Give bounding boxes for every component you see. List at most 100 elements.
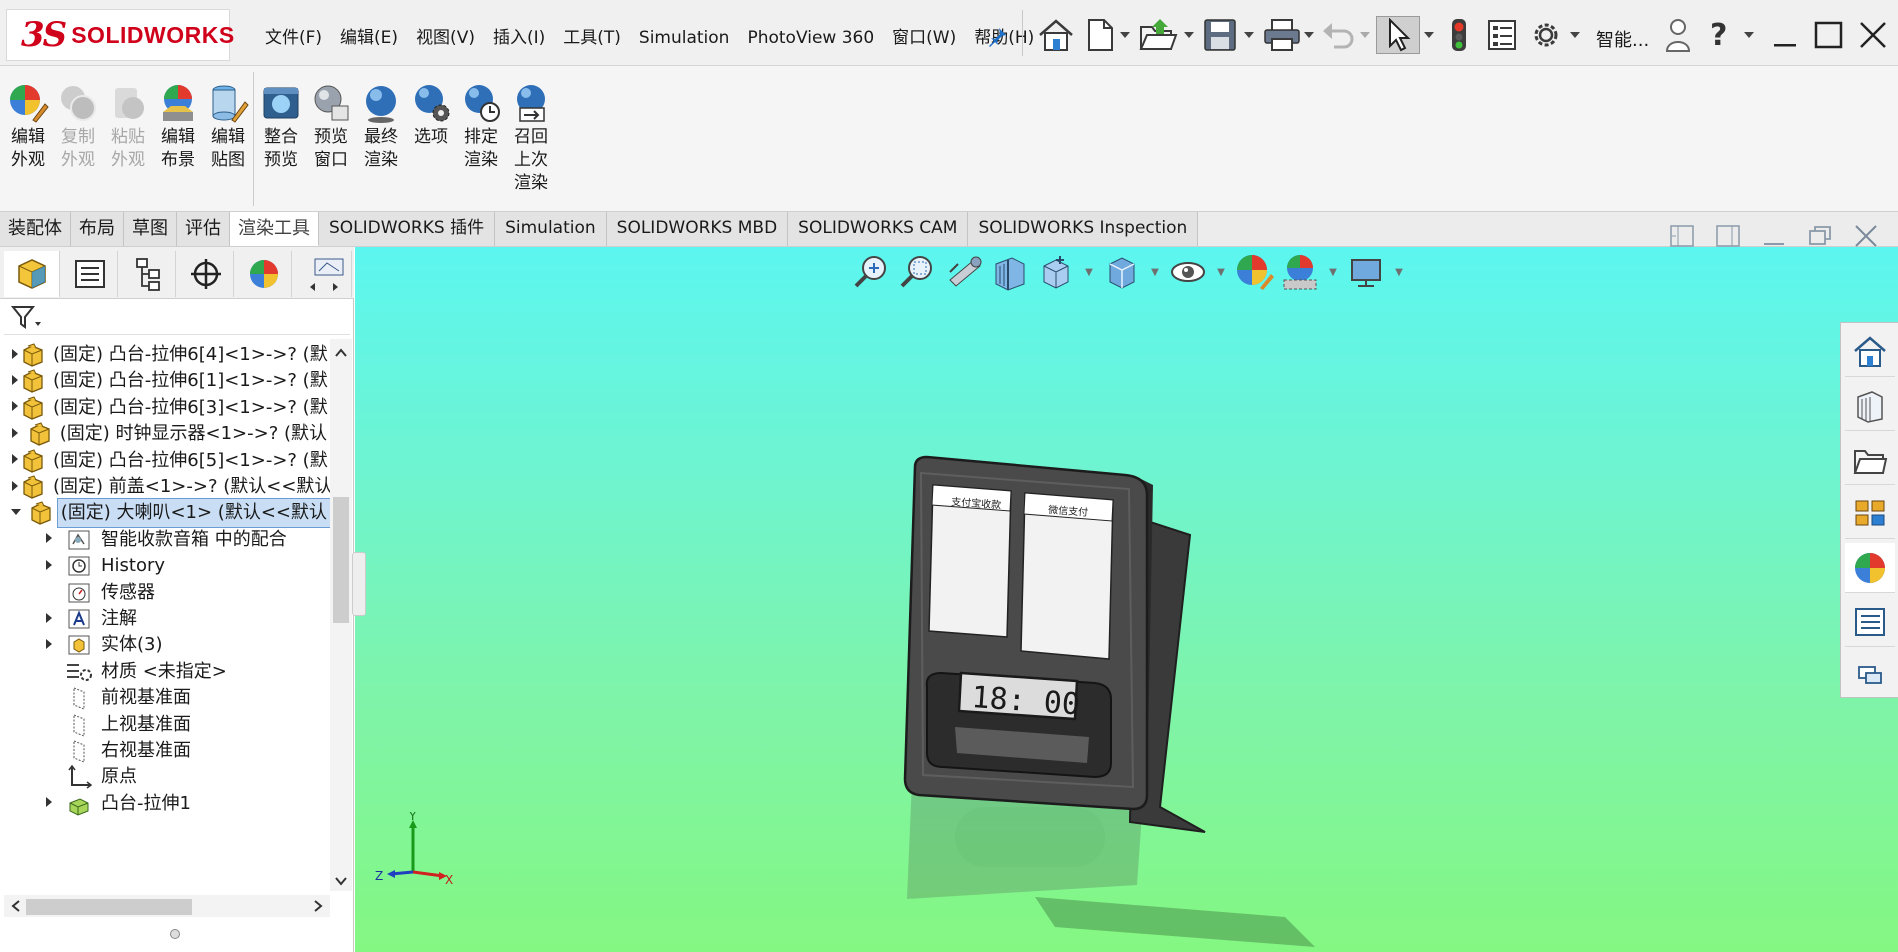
expand-arrow-icon[interactable] [10,374,20,389]
scroll-down-icon[interactable] [330,871,352,891]
graphics-area[interactable]: 支付宝收款 微信支付 18: 00 Y X Z [355,247,1898,952]
tab-sketch[interactable]: 草图 [124,212,177,246]
zoom-to-area-icon[interactable] [898,252,938,292]
view-orientation-caret-icon[interactable]: ▼ [1082,252,1096,292]
solidworks-logo[interactable]: 3S SOLIDWORKS [6,9,234,61]
edit-scene-button[interactable]: 编辑布景 [153,82,203,172]
smart-search-label[interactable]: 智能... [1596,26,1649,52]
traffic-light-icon[interactable] [1448,16,1470,54]
expand-arrow-icon[interactable] [42,796,56,811]
zoom-to-fit-icon[interactable] [852,252,892,292]
save-dropdown-caret-icon[interactable] [1242,16,1256,54]
view-palette-icon[interactable] [1845,489,1895,539]
display-style-caret-icon[interactable]: ▼ [1148,252,1162,292]
display-style-icon[interactable] [1102,252,1142,292]
options-gear-icon[interactable] [1528,16,1564,54]
menu-insert[interactable]: 插入(I) [484,24,554,52]
tab-render-tools[interactable]: 渲染工具 [230,212,319,246]
tab-layout[interactable]: 布局 [71,212,124,246]
custom-properties-icon[interactable] [1845,597,1895,647]
tab-solidworks-cam[interactable]: SOLIDWORKS CAM [788,212,969,246]
hide-show-caret-icon[interactable]: ▼ [1214,252,1228,292]
integrated-preview-button[interactable]: 整合预览 [256,82,306,172]
display-manager-tab-icon[interactable] [236,251,292,297]
previous-view-icon[interactable] [944,252,984,292]
expand-arrow-icon[interactable] [42,559,56,574]
new-document-icon[interactable] [1084,16,1116,54]
scroll-left-icon[interactable] [6,895,26,917]
menu-tools[interactable]: 工具(T) [554,24,630,52]
horizontal-scroll-thumb[interactable] [26,899,192,915]
expand-arrow-icon[interactable] [10,480,20,495]
section-view-icon[interactable] [990,252,1030,292]
dimxpert-tab-icon[interactable] [178,251,234,297]
panel-tab-scroller[interactable] [294,251,352,297]
appearances-icon[interactable] [1845,543,1895,593]
menu-edit[interactable]: 编辑(E) [331,24,407,52]
final-render-button[interactable]: 最终渲染 [356,82,406,172]
dynamic-annotation-views-icon[interactable] [1036,252,1076,292]
file-explorer-icon[interactable] [1845,435,1895,485]
menu-view[interactable]: 视图(V) [407,24,484,52]
print-icon[interactable] [1262,16,1302,54]
expand-arrow-icon[interactable] [10,427,21,442]
property-manager-tab-icon[interactable] [62,251,118,297]
undo-dropdown-caret-icon[interactable] [1358,16,1372,54]
edit-appearance-button[interactable]: 编辑外观 [3,82,53,172]
tab-solidworks-addins[interactable]: SOLIDWORKS 插件 [319,212,496,246]
maximize-window-icon[interactable] [1814,16,1844,54]
expand-arrow-icon[interactable] [10,348,20,363]
tile-left-icon[interactable] [1668,222,1696,250]
doc-minimize-icon[interactable] [1760,222,1788,250]
undo-icon[interactable] [1320,16,1356,54]
help-icon[interactable]: ? [1710,16,1727,54]
view-settings-caret-icon[interactable]: ▼ [1392,252,1406,292]
menu-window[interactable]: 窗口(W) [883,24,965,52]
expand-arrow-icon[interactable] [42,638,56,653]
select-pointer-icon[interactable] [1376,16,1420,54]
open-icon[interactable] [1138,16,1180,54]
schedule-render-button[interactable]: 排定渲染 [456,82,506,172]
paste-appearance-button[interactable]: 粘贴外观 [103,82,153,172]
speaker-device-model[interactable]: 支付宝收款 微信支付 18: 00 [885,437,1325,952]
tab-assembly[interactable]: 装配体 [0,212,71,246]
help-dropdown-caret-icon[interactable] [1742,16,1756,54]
expand-arrow-icon[interactable] [42,612,56,627]
apply-scene-caret-icon[interactable]: ▼ [1326,252,1340,292]
home-icon[interactable] [1036,16,1076,54]
panel-collapse-handle[interactable] [352,552,366,616]
panel-splitter-handle[interactable] [170,929,180,939]
vertical-scroll-thumb[interactable] [333,497,349,623]
doc-close-icon[interactable] [1852,222,1880,250]
forum-icon[interactable] [1845,651,1895,701]
copy-appearance-button[interactable]: 复制外观 [53,82,103,172]
hide-show-items-icon[interactable] [1168,252,1208,292]
menu-simulation[interactable]: Simulation [630,24,739,52]
options-dropdown-caret-icon[interactable] [1568,16,1582,54]
user-account-icon[interactable] [1664,16,1692,54]
apply-scene-icon[interactable] [1280,252,1320,292]
save-icon[interactable] [1202,16,1238,54]
configuration-manager-tab-icon[interactable] [120,251,176,297]
new-dropdown-caret-icon[interactable] [1118,16,1132,54]
tab-evaluate[interactable]: 评估 [177,212,230,246]
expand-arrow-icon[interactable] [10,453,20,468]
render-options-button[interactable]: 选项 [406,82,456,149]
pin-menu-icon[interactable] [986,26,1008,48]
edit-appearance-view-icon[interactable] [1234,252,1274,292]
open-dropdown-caret-icon[interactable] [1182,16,1196,54]
tab-solidworks-mbd[interactable]: SOLIDWORKS MBD [606,212,789,246]
tile-right-icon[interactable] [1714,222,1742,250]
view-settings-icon[interactable] [1346,252,1386,292]
recall-last-render-button[interactable]: 召回上次渲染 [506,82,556,195]
tree-filter[interactable] [4,299,350,335]
preview-window-button[interactable]: 预览窗口 [306,82,356,172]
expand-arrow-icon[interactable] [42,532,56,547]
select-dropdown-caret-icon[interactable] [1422,16,1436,54]
expand-arrow-icon[interactable] [10,400,20,415]
file-properties-icon[interactable] [1486,16,1518,54]
scroll-up-icon[interactable] [330,343,352,363]
collapse-arrow-icon[interactable] [10,507,22,520]
menu-photoview[interactable]: PhotoView 360 [738,24,883,52]
scroll-right-icon[interactable] [308,895,328,917]
